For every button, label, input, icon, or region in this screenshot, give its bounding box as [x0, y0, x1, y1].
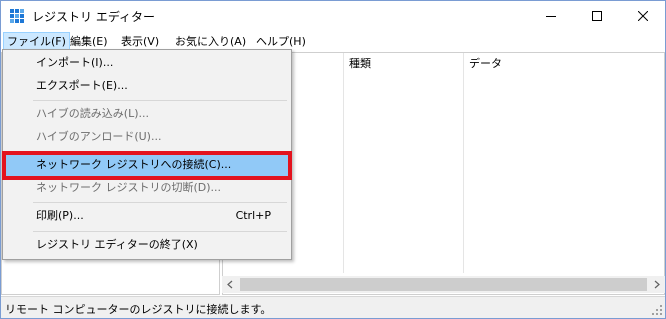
close-button[interactable]	[620, 1, 666, 31]
minimize-button[interactable]	[528, 1, 574, 31]
window-title: レジストリ エディター	[32, 10, 155, 24]
menu-item-label: 印刷(P)...	[36, 209, 84, 222]
status-bar: リモート コンピューターのレジストリに接続します。	[1, 296, 665, 318]
maximize-icon	[592, 11, 602, 21]
menu-item-unload-hive[interactable]: ハイブのアンロード(U)...	[4, 126, 290, 148]
column-separator	[343, 53, 344, 273]
column-header-type[interactable]: 種類	[343, 53, 371, 75]
column-separator	[463, 53, 464, 273]
menu-item-exit[interactable]: レジストリ エディターの終了(X)	[4, 234, 290, 256]
resize-grip-icon[interactable]	[651, 304, 663, 316]
menu-item-export[interactable]: エクスポート(E)...	[4, 75, 290, 97]
scrollbar-thumb[interactable]	[240, 278, 647, 291]
scroll-right-icon[interactable]	[648, 276, 665, 293]
maximize-button[interactable]	[574, 1, 620, 31]
shortcut-label: Ctrl+P	[235, 209, 271, 222]
close-icon	[638, 11, 648, 21]
menu-item-label: エクスポート(E)...	[36, 79, 128, 92]
menu-item-load-hive[interactable]: ハイブの読み込み(L)...	[4, 103, 290, 125]
menu-item-label: レジストリ エディターの終了(X)	[36, 238, 198, 251]
menu-separator	[33, 202, 287, 203]
title-bar[interactable]: レジストリ エディター	[1, 1, 665, 31]
menu-item-label: ハイブの読み込み(L)...	[36, 107, 149, 120]
column-header-data[interactable]: データ	[463, 53, 502, 75]
annotation-highlight-box	[2, 151, 292, 180]
menu-bar: ファイル(F) 編集(E) 表示(V) お気に入り(A) ヘルプ(H)	[1, 31, 665, 51]
menu-separator	[33, 231, 287, 232]
menu-item-label: ハイブのアンロード(U)...	[36, 130, 162, 143]
menu-item-import[interactable]: インポート(I)...	[4, 52, 290, 74]
menu-item-label: ネットワーク レジストリの切断(D)...	[36, 181, 222, 194]
menu-item-disconnect-network-registry[interactable]: ネットワーク レジストリの切断(D)...	[4, 177, 290, 199]
horizontal-scrollbar[interactable]	[222, 276, 665, 293]
minimize-icon	[546, 16, 556, 17]
status-text: リモート コンピューターのレジストリに接続します。	[5, 303, 272, 316]
menu-separator	[33, 100, 287, 101]
registry-editor-icon	[10, 9, 24, 23]
menu-item-print[interactable]: 印刷(P)... Ctrl+P	[4, 205, 290, 227]
scroll-left-icon[interactable]	[222, 276, 239, 293]
menu-item-label: インポート(I)...	[36, 56, 114, 69]
